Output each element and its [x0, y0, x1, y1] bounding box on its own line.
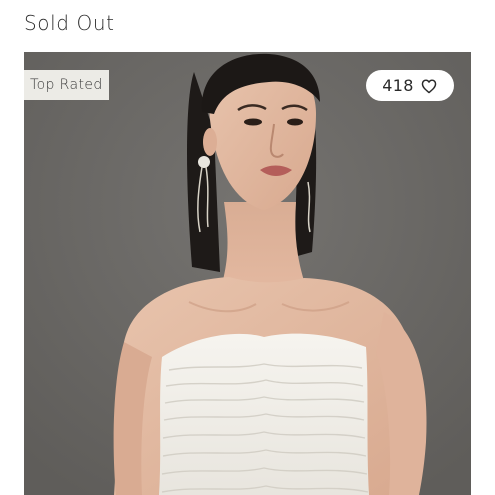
- like-button[interactable]: 418: [366, 70, 454, 101]
- top-rated-badge: Top Rated: [24, 70, 109, 100]
- product-card[interactable]: Top Rated 418: [24, 52, 471, 495]
- like-count: 418: [382, 76, 414, 95]
- product-photo[interactable]: [24, 52, 471, 495]
- sold-out-label: Sold Out: [24, 11, 115, 35]
- heart-outline-icon: [421, 78, 436, 93]
